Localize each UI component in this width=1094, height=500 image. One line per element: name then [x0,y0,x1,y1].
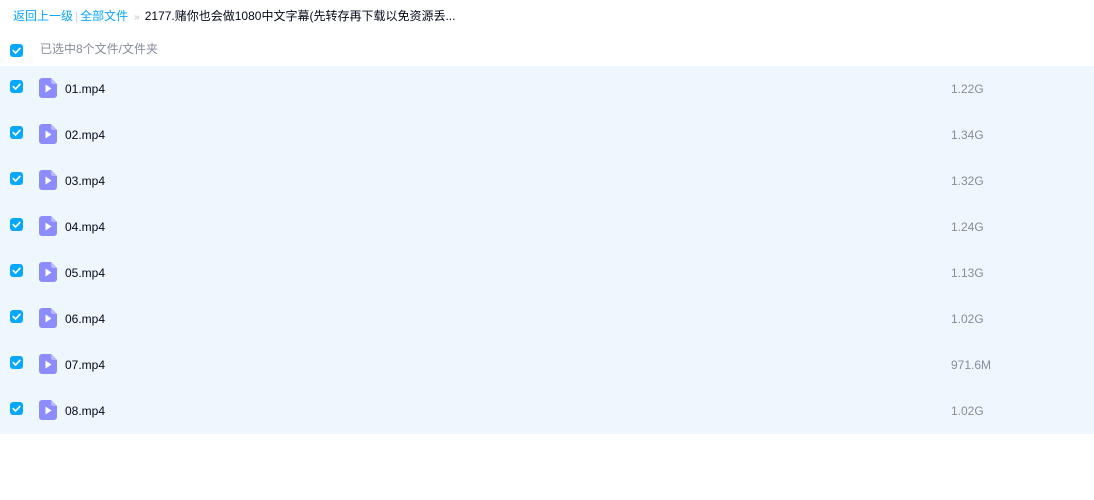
file-checkbox-icon[interactable] [10,402,23,415]
video-file-icon [39,262,57,282]
file-checkbox-icon[interactable] [10,218,23,231]
video-file-icon [39,124,57,144]
file-row[interactable]: 01.mp4 1.22G [0,66,1094,112]
file-name[interactable]: 07.mp4 [65,357,105,373]
file-size: 1.34G [951,128,984,142]
file-name[interactable]: 05.mp4 [65,265,105,281]
file-row[interactable]: 03.mp4 1.32G [0,158,1094,204]
selection-status: 已选中8个文件/文件夹 [40,42,159,56]
file-checkbox-icon[interactable] [10,264,23,277]
file-name[interactable]: 03.mp4 [65,173,105,189]
file-row[interactable]: 05.mp4 1.13G [0,250,1094,296]
selection-bar: 已选中8个文件/文件夹 [0,38,1094,60]
file-name[interactable]: 08.mp4 [65,403,105,419]
file-checkbox-icon[interactable] [10,80,23,93]
video-file-icon [39,308,57,328]
video-file-icon [39,170,57,190]
file-checkbox-icon[interactable] [10,310,23,323]
all-files-link[interactable]: 全部文件 [80,9,128,23]
file-size: 971.6M [951,358,992,372]
file-size: 1.13G [951,266,984,280]
file-size: 1.02G [951,312,984,326]
breadcrumb: 返回上一级 | 全部文件 » 2177.赌你也会做1080中文字幕(先转存再下载以免资源… [13,8,455,24]
file-row[interactable]: 07.mp4 971.6M [0,342,1094,388]
video-file-icon [39,400,57,420]
file-checkbox-icon[interactable] [10,126,23,139]
breadcrumb-arrow-icon: » [134,12,140,23]
file-row[interactable]: 04.mp4 1.24G [0,204,1094,250]
breadcrumb-separator: | [75,9,79,23]
current-folder-name: 2177.赌你也会做1080中文字幕(先转存再下载以免资源丢... [144,9,456,23]
select-all-checkbox-icon[interactable] [10,44,23,57]
video-file-icon [39,354,57,374]
file-checkbox-icon[interactable] [10,356,23,369]
video-file-icon [39,78,57,98]
file-row[interactable]: 06.mp4 1.02G [0,296,1094,342]
file-size: 1.02G [951,404,984,418]
file-name[interactable]: 01.mp4 [65,81,105,97]
file-size: 1.22G [951,82,984,96]
file-name[interactable]: 02.mp4 [65,127,105,143]
file-size: 1.32G [951,174,984,188]
file-row[interactable]: 08.mp4 1.02G [0,388,1094,434]
file-name[interactable]: 06.mp4 [65,311,105,327]
file-checkbox-icon[interactable] [10,172,23,185]
file-name[interactable]: 04.mp4 [65,219,105,235]
back-link[interactable]: 返回上一级 [13,9,73,23]
file-row[interactable]: 02.mp4 1.34G [0,112,1094,158]
video-file-icon [39,216,57,236]
file-size: 1.24G [951,220,984,234]
file-list: 01.mp4 1.22G 02.mp4 1.34G 03.mp4 1.32G 0… [0,66,1094,434]
